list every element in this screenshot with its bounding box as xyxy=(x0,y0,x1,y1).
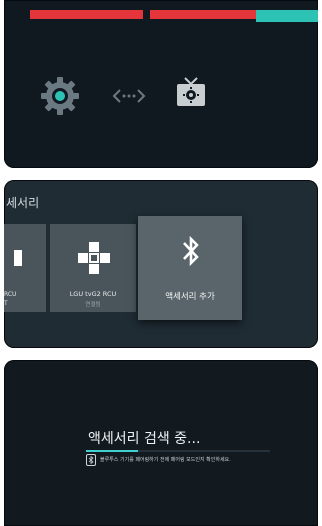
accessories-panel: 세서리 RCU T LGU tvG2 RCU 연결됨 액세서리 추가 xyxy=(4,180,318,348)
status-bar-red-segment xyxy=(150,10,256,19)
gear-icon[interactable] xyxy=(40,76,80,116)
accessory-status: 연결됨 xyxy=(85,302,101,308)
accessory-name: RCU xyxy=(4,291,17,298)
add-accessory-label: 액세서리 추가 xyxy=(165,292,215,302)
bluetooth-icon xyxy=(86,454,96,466)
remote-icon xyxy=(14,250,22,266)
search-progress-bar xyxy=(86,450,270,452)
accessory-status: T xyxy=(4,300,8,307)
status-bar-red-segment xyxy=(30,10,143,19)
accessory-card[interactable]: LGU tvG2 RCU 연결됨 xyxy=(50,224,136,312)
page-title: 세서리 xyxy=(6,196,40,210)
search-status-title: 액세서리 검색 중... xyxy=(88,431,201,447)
accessory-name: LGU tvG2 RCU xyxy=(69,290,117,298)
connection-arrows-icon xyxy=(112,89,146,103)
add-accessory-button[interactable]: 액세서리 추가 xyxy=(138,216,242,320)
bluetooth-icon xyxy=(183,235,199,267)
search-panel: 액세서리 검색 중... 블루투스 기기를 페어링하기 전에 페어링 모드인지 … xyxy=(4,360,318,526)
settings-panel xyxy=(4,0,318,168)
accessory-card[interactable]: RCU T xyxy=(4,224,46,312)
gamepad-icon xyxy=(78,242,110,274)
pairing-hint: 블루투스 기기를 페어링하기 전에 페어링 모드인지 확인하세요. xyxy=(100,457,231,463)
search-progress-fill xyxy=(86,450,138,452)
tv-settings-icon[interactable] xyxy=(174,76,208,110)
status-bar-teal-segment xyxy=(256,10,318,22)
